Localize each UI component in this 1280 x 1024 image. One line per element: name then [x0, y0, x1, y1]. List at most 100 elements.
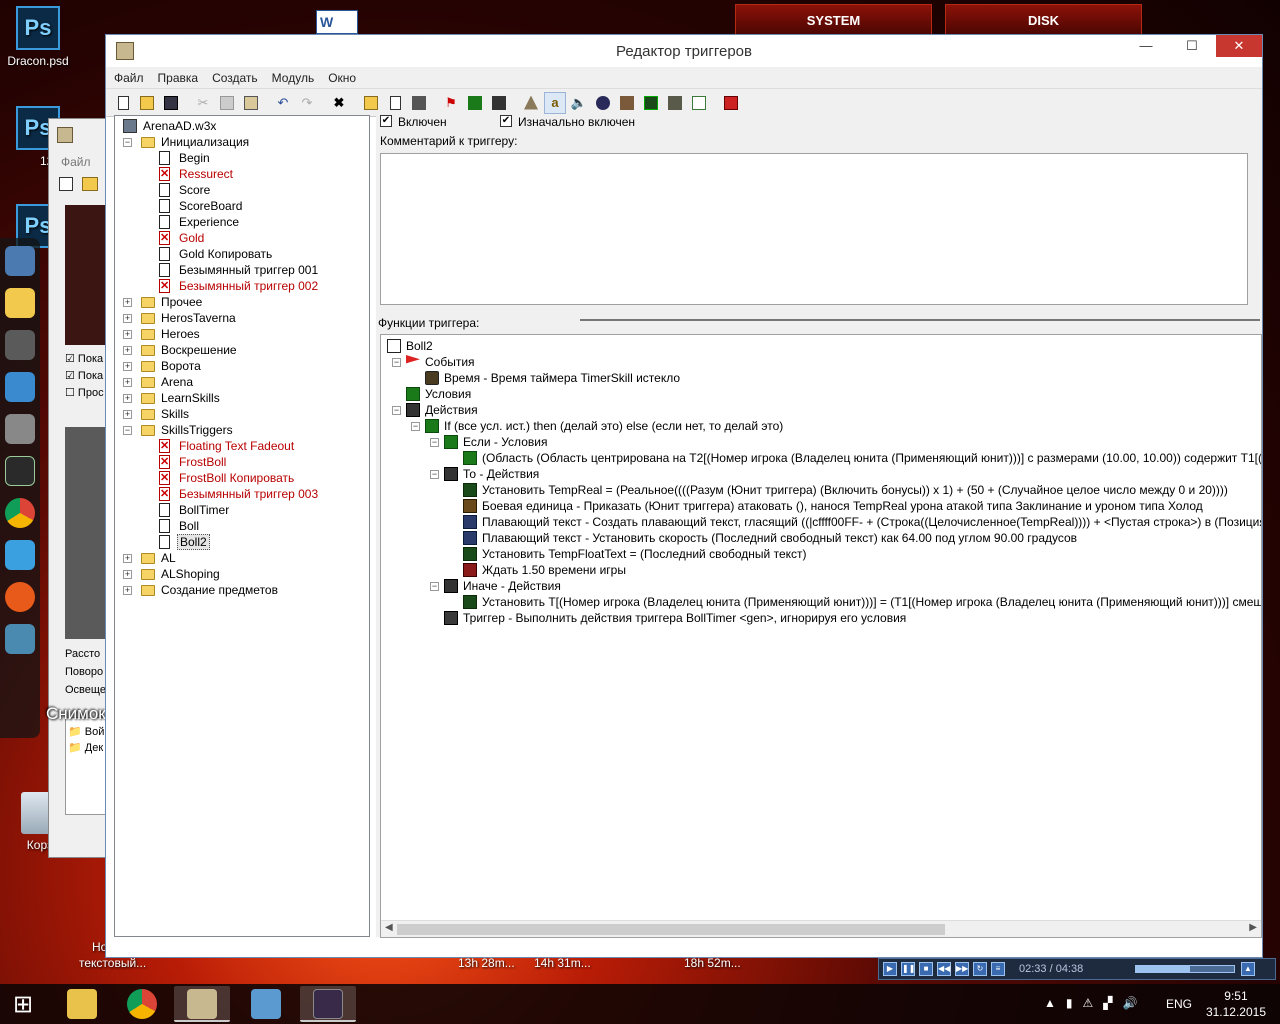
play-icon[interactable]: ▶: [883, 962, 897, 976]
collapse-icon[interactable]: −: [392, 358, 401, 367]
trigger-tree[interactable]: ArenaAD.w3x − Инициализация Begin Ressurect S…: [114, 115, 370, 937]
tree-trigger[interactable]: Boll: [119, 518, 367, 534]
music-icon[interactable]: [5, 540, 35, 570]
new-category-icon[interactable]: [360, 92, 382, 114]
ai-editor-icon[interactable]: [640, 92, 662, 114]
trigger-editor-icon[interactable]: a: [544, 91, 566, 114]
system-tab[interactable]: SYSTEM: [735, 4, 932, 36]
delete-icon[interactable]: ✖: [328, 92, 350, 114]
tree-trigger[interactable]: Безымянный триггер 003: [119, 486, 367, 502]
bg-check-item[interactable]: ☑ Пока: [65, 351, 104, 368]
function-row[interactable]: (Область (Область центрирована на T2[(Но…: [463, 450, 1261, 466]
tree-trigger[interactable]: Безымянный триггер 001: [119, 262, 367, 278]
new-condition-icon[interactable]: [464, 92, 486, 114]
playlist-icon[interactable]: ≡: [991, 962, 1005, 976]
new-event-icon[interactable]: ⚑: [440, 92, 462, 114]
photos-taskbar-button[interactable]: [238, 986, 294, 1022]
copy-icon[interactable]: [216, 92, 238, 114]
expand-icon[interactable]: +: [123, 410, 132, 419]
tree-folder[interactable]: + Skills: [119, 406, 367, 422]
expand-icon[interactable]: +: [123, 570, 132, 579]
tree-trigger[interactable]: Begin: [119, 150, 367, 166]
save-icon[interactable]: [160, 92, 182, 114]
chrome-taskbar-button[interactable]: [114, 986, 170, 1022]
disk-tab[interactable]: DISK: [945, 4, 1142, 36]
tree-trigger[interactable]: BollTimer: [119, 502, 367, 518]
tree-folder[interactable]: + Прочее: [119, 294, 367, 310]
function-row[interactable]: Время - Время таймера TimerSkill истекло: [425, 370, 680, 386]
redo-icon[interactable]: ↷: [296, 92, 318, 114]
tree-trigger[interactable]: ScoreBoard: [119, 198, 367, 214]
paste-icon[interactable]: [240, 92, 262, 114]
function-row[interactable]: − Иначе - Действия: [430, 578, 561, 594]
folder-icon[interactable]: [5, 288, 35, 318]
function-row[interactable]: Установить TempFloatText = (Последний св…: [463, 546, 807, 562]
tree-folder[interactable]: + Создание предметов: [119, 582, 367, 598]
menu-edit[interactable]: Правка: [158, 71, 199, 85]
horizontal-scrollbar[interactable]: ◀ ▶: [381, 920, 1261, 937]
new-trigger-icon[interactable]: [384, 92, 406, 114]
maximize-button[interactable]: ☐: [1170, 35, 1214, 57]
collapse-icon[interactable]: −: [392, 406, 401, 415]
scroll-left-icon[interactable]: ◀: [385, 922, 393, 933]
menu-file[interactable]: Файл: [114, 71, 144, 85]
minimize-button[interactable]: —: [1124, 35, 1168, 57]
tree-folder[interactable]: + Ворота: [119, 358, 367, 374]
camera-icon[interactable]: [5, 624, 35, 654]
initially-enabled-checkbox[interactable]: ✔: [500, 115, 512, 127]
tree-trigger[interactable]: Floating Text Fadeout: [119, 438, 367, 454]
function-row[interactable]: Установить TempReal = (Реальное((((Разум…: [463, 482, 1228, 498]
expand-icon[interactable]: +: [123, 298, 132, 307]
trigger-editor-window[interactable]: Редактор триггеров — ☐ ✕ Файл Правка Соз…: [105, 34, 1263, 958]
new-comment-icon[interactable]: [408, 92, 430, 114]
expand-icon[interactable]: +: [123, 346, 132, 355]
function-row[interactable]: − If (все усл. ист.) then (делай это) els…: [411, 418, 783, 434]
repeat-icon[interactable]: ↻: [973, 962, 987, 976]
function-row[interactable]: Боевая единица - Приказать (Юнит триггер…: [463, 498, 1203, 514]
object-manager-icon[interactable]: [664, 92, 686, 114]
bg-folder-item[interactable]: 📁 Дек: [68, 740, 108, 756]
tree-folder[interactable]: + Arena: [119, 374, 367, 390]
tree-folder[interactable]: − SkillsTriggers: [119, 422, 367, 438]
collapse-icon[interactable]: −: [430, 582, 439, 591]
expand-icon[interactable]: +: [123, 394, 132, 403]
scrollbar-thumb[interactable]: [397, 924, 945, 935]
utility-icon[interactable]: [5, 330, 35, 360]
open-icon[interactable]: [136, 92, 158, 114]
function-row[interactable]: Плавающий текст - Создать плавающий текс…: [463, 514, 1261, 530]
collapse-icon[interactable]: −: [411, 422, 420, 431]
clock[interactable]: 9:51 31.12.2015: [1206, 988, 1266, 1020]
expand-icon[interactable]: +: [123, 586, 132, 595]
tree-folder[interactable]: + Воскрешение: [119, 342, 367, 358]
function-row[interactable]: − Действия: [392, 402, 478, 418]
terrain-editor-icon[interactable]: [520, 92, 542, 114]
menu-module[interactable]: Модуль: [272, 71, 315, 85]
explorer-taskbar-button[interactable]: [54, 986, 110, 1022]
enabled-checkbox[interactable]: ✔: [380, 115, 392, 127]
bg-check-item[interactable]: ☐ Прос: [65, 385, 104, 402]
network-icon[interactable]: [5, 372, 35, 402]
chrome-icon[interactable]: [5, 498, 35, 528]
undo-icon[interactable]: ↶: [272, 92, 294, 114]
tree-trigger[interactable]: FrostBoll Копировать: [119, 470, 367, 486]
test-map-icon[interactable]: [720, 92, 742, 114]
open-icon[interactable]: [82, 177, 99, 191]
tree-folder[interactable]: + Heroes: [119, 326, 367, 342]
function-row[interactable]: Плавающий текст - Установить скорость (П…: [463, 530, 1077, 546]
function-row[interactable]: − То - Действия: [430, 466, 539, 482]
function-row[interactable]: − События: [392, 354, 475, 370]
new-icon[interactable]: [59, 177, 73, 191]
word-icon[interactable]: W: [316, 10, 358, 34]
game-taskbar-button[interactable]: [300, 986, 356, 1022]
language-indicator[interactable]: ENG: [1166, 997, 1192, 1011]
pane-splitter[interactable]: [580, 319, 1260, 321]
pause-icon[interactable]: ❚❚: [901, 962, 915, 976]
bg-menu-file[interactable]: Файл: [61, 155, 91, 169]
functions-tree[interactable]: ◀ ▶ Boll2− События Время - Время таймера T…: [380, 334, 1262, 938]
desktop-icon-dracon[interactable]: Ps Dracon.psd: [0, 6, 76, 68]
v-icon[interactable]: [5, 456, 35, 486]
menu-create[interactable]: Создать: [212, 71, 258, 85]
expand-icon[interactable]: +: [123, 378, 132, 387]
function-row[interactable]: − Если - Условия: [430, 434, 547, 450]
close-button[interactable]: ✕: [1216, 35, 1262, 57]
